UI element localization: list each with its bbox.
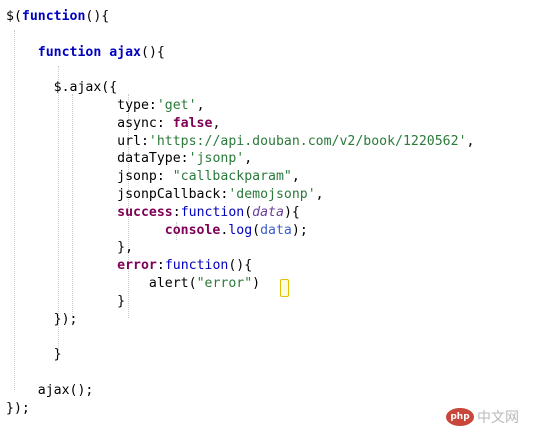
code-token: type: <box>6 98 157 113</box>
code-token: error <box>117 258 157 274</box>
code-token: ( <box>252 222 261 238</box>
code-token: ( <box>244 204 253 220</box>
code-token: ajax <box>101 44 141 60</box>
code-line: dataType:'jsonp', <box>6 150 252 168</box>
code-line: error:function(){ <box>6 257 252 275</box>
code-token: } <box>6 293 126 309</box>
code-token: jsonp: <box>6 169 173 185</box>
code-line: success:function(data){ <box>6 204 300 222</box>
code-line: }); <box>6 400 30 418</box>
code-line: jsonpCallback:'demojsonp', <box>6 186 324 204</box>
code-line: ajax(); <box>6 382 94 400</box>
code-token: $.ajax({ <box>6 80 118 96</box>
code-token: async: <box>6 115 173 131</box>
code-token: function <box>21 9 86 24</box>
code-token: false <box>172 115 213 131</box>
code-line: $.ajax({ <box>6 79 118 97</box>
code-token: }); <box>6 400 30 416</box>
code-token: , <box>212 115 221 131</box>
code-token: "error" <box>196 276 253 291</box>
code-token: , <box>315 187 324 202</box>
code-line: function ajax(){ <box>6 44 165 62</box>
code-token: 'https://api.douban.com/v2/book/1220562' <box>148 133 467 149</box>
code-token: alert( <box>6 276 197 291</box>
code-token: ){ <box>283 204 300 220</box>
code-line: alert("error") <box>6 275 260 293</box>
code-token: function <box>37 44 102 60</box>
code-token: } <box>6 347 62 363</box>
code-token: , <box>291 169 300 185</box>
code-token: (){ <box>228 258 253 274</box>
code-line: }, <box>6 239 133 257</box>
code-token: log <box>228 222 253 238</box>
code-token: function <box>164 258 229 274</box>
code-token: "callbackparam" <box>172 169 292 185</box>
code-token: dataType: <box>6 151 189 167</box>
code-token: (){ <box>85 9 110 24</box>
code-token: , <box>466 133 475 149</box>
code-token: data <box>260 222 292 238</box>
code-token: console <box>164 222 221 238</box>
code-token: ); <box>291 222 308 238</box>
code-line: jsonp: "callbackparam", <box>6 168 300 186</box>
code-token: : <box>156 258 165 274</box>
matching-bracket-highlight <box>280 279 289 297</box>
code-token: , <box>244 151 253 167</box>
code-line: $(function(){ <box>6 8 109 26</box>
code-token: data <box>252 204 284 220</box>
code-token: ) <box>252 276 261 291</box>
code-line: } <box>6 346 62 364</box>
code-token: $( <box>6 9 22 24</box>
code-token: success <box>117 204 173 220</box>
code-line: url:'https://api.douban.com/v2/book/1220… <box>6 133 474 151</box>
code-token: function <box>180 204 245 220</box>
code-line: async: false, <box>6 115 220 133</box>
code-token: (){ <box>141 44 165 60</box>
watermark-site-text: 中文网 <box>477 410 519 426</box>
code-token: 'demojsonp' <box>228 187 316 202</box>
code-token: }); <box>6 311 78 327</box>
code-token: : <box>172 204 181 220</box>
code-token: ajax(); <box>6 382 94 398</box>
code-token: 'jsonp' <box>188 151 245 167</box>
code-line: } <box>6 293 125 311</box>
code-line: console.log(data); <box>6 222 308 240</box>
code-line: }); <box>6 311 78 329</box>
code-editor[interactable]: $(function(){ function ajax(){ $.ajax({ … <box>0 0 540 425</box>
php-logo: php <box>446 408 474 426</box>
code-line: type:'get', <box>6 97 205 115</box>
code-token: }, <box>6 240 134 256</box>
code-token: jsonpCallback: <box>6 187 229 202</box>
code-token: , <box>196 98 205 113</box>
code-token: url: <box>6 133 149 149</box>
code-token: 'get' <box>156 98 197 113</box>
